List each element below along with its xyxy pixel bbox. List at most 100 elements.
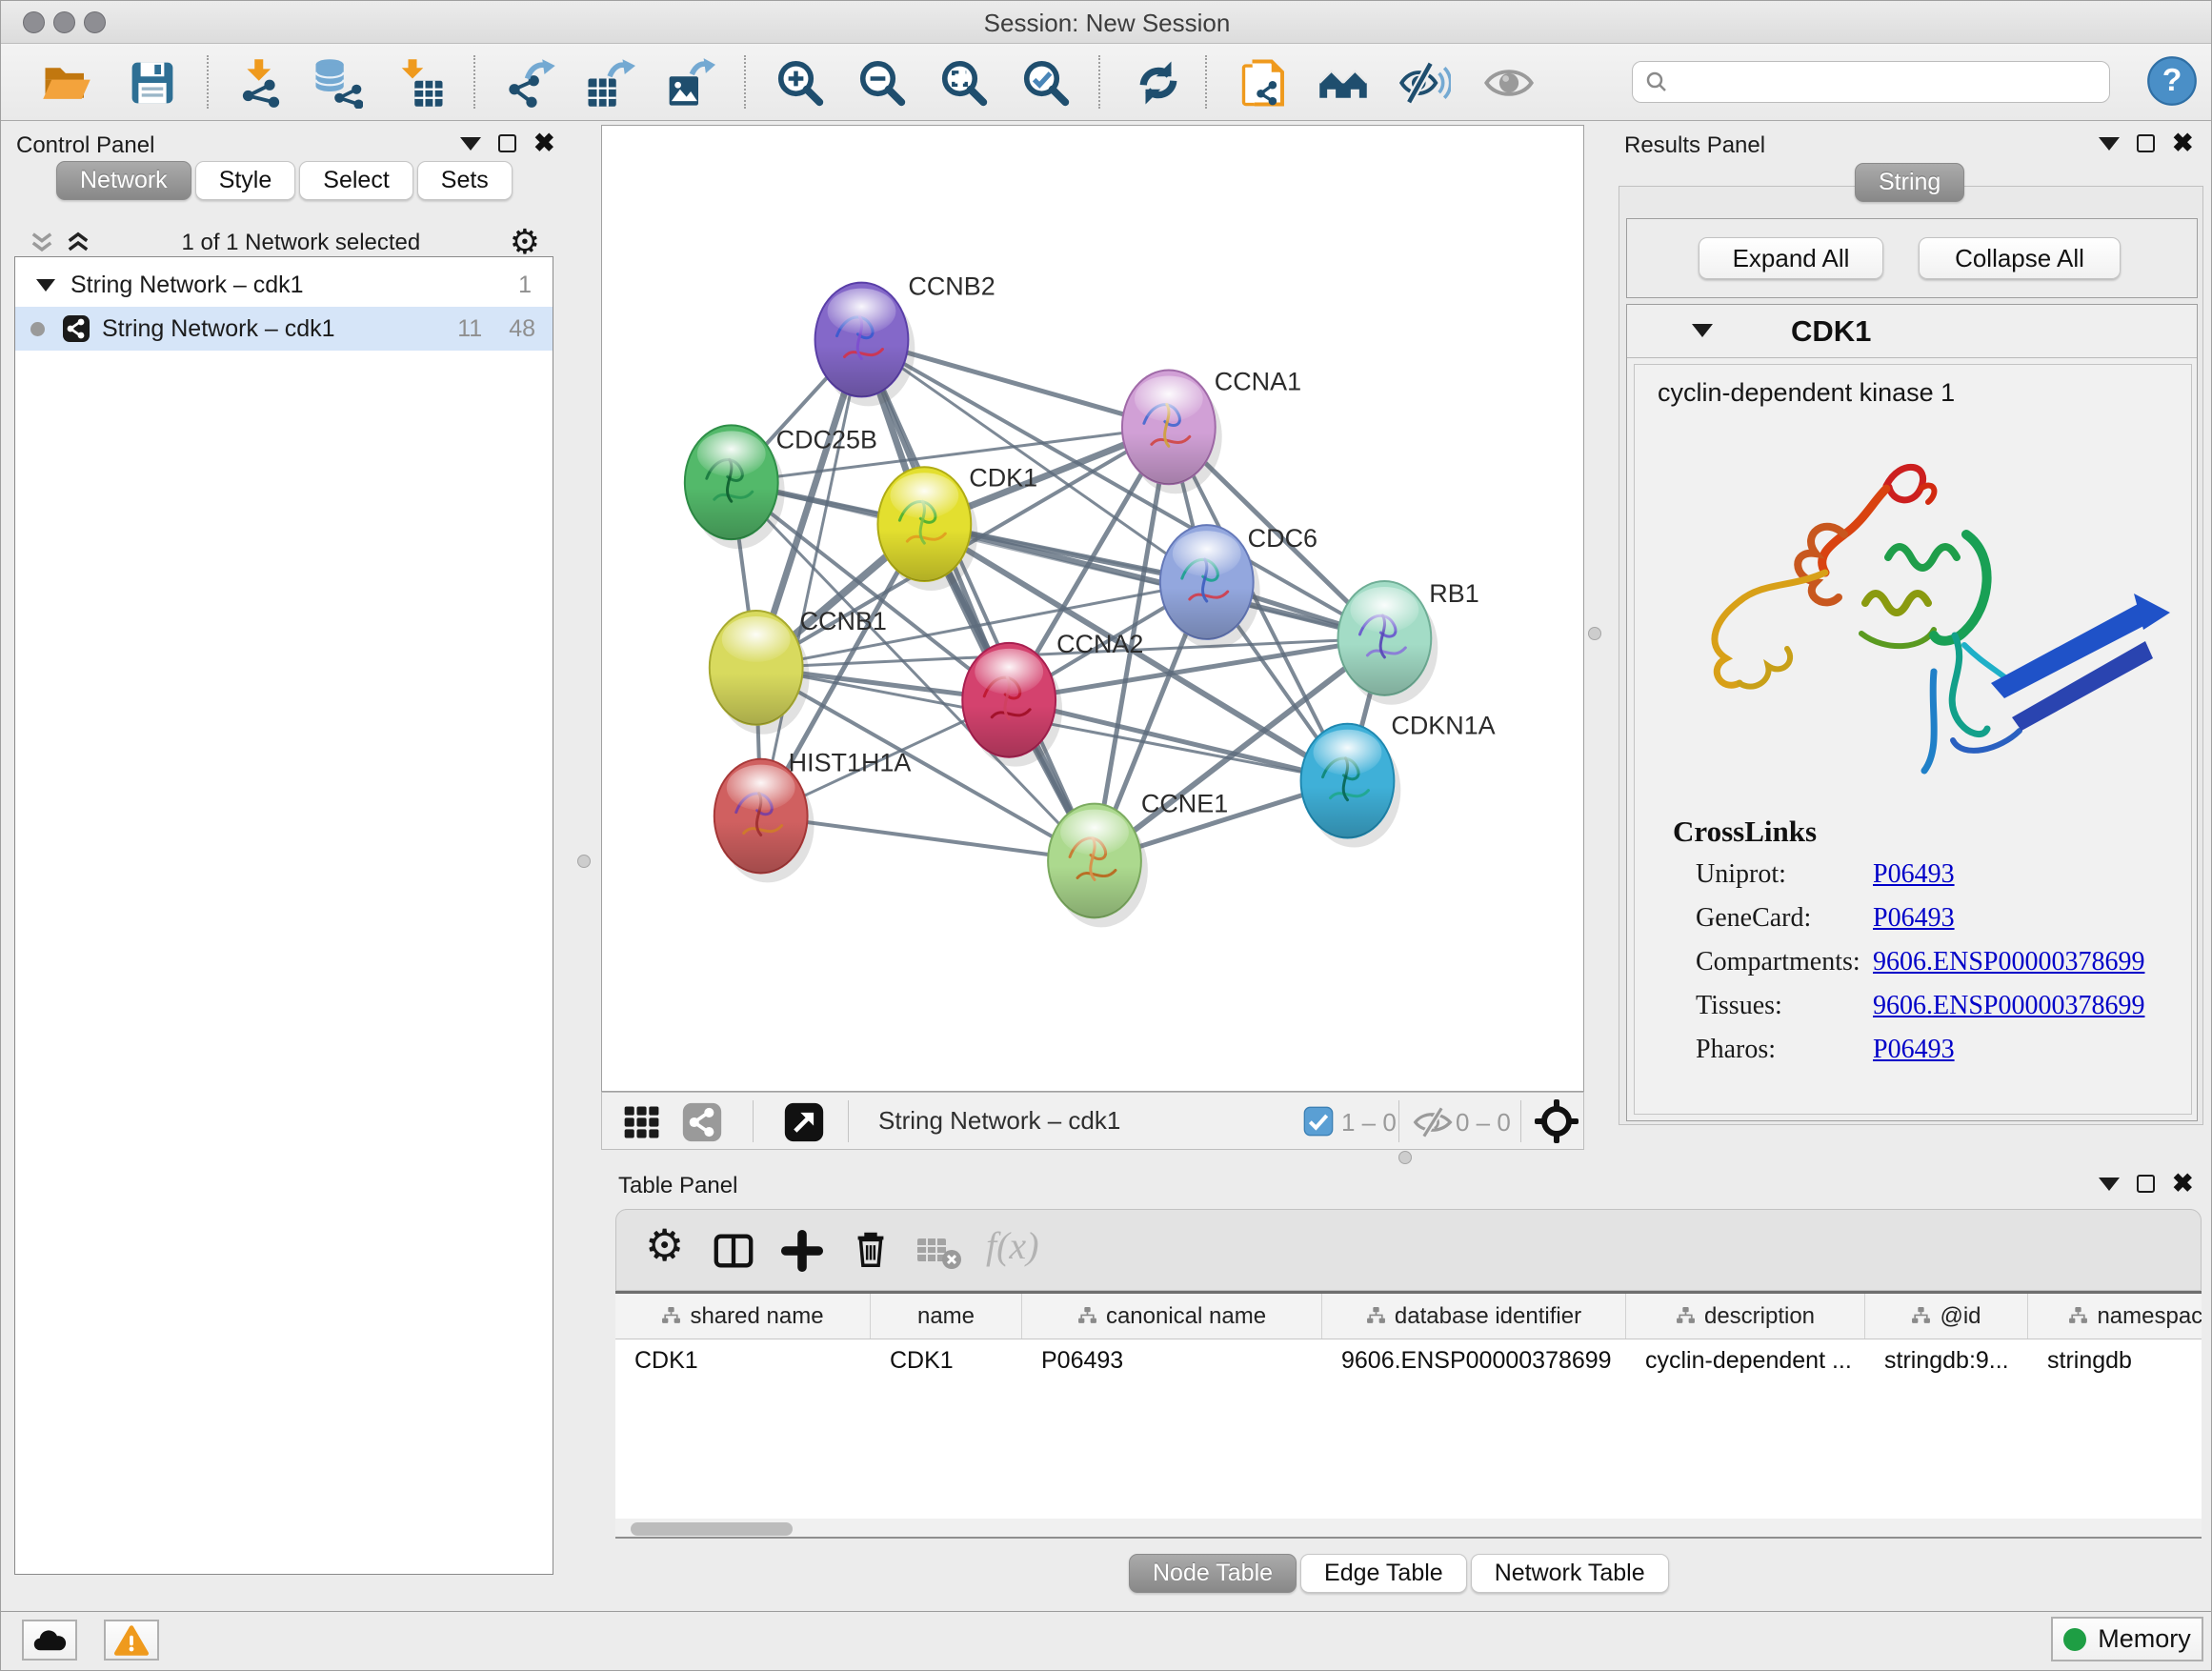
left-splitter-handle[interactable] <box>577 855 591 868</box>
column-header-shared-name[interactable]: shared name <box>615 1294 871 1339</box>
tab-sets[interactable]: Sets <box>417 161 513 200</box>
float-panel-icon[interactable] <box>2137 134 2155 152</box>
tab-select[interactable]: Select <box>299 161 412 200</box>
hide-unhide-button[interactable] <box>1399 57 1451 109</box>
export-table-button[interactable] <box>584 57 635 109</box>
tab-edge-table[interactable]: Edge Table <box>1300 1554 1467 1593</box>
network-tree: String Network – cdk1 1 String Network –… <box>14 256 553 1575</box>
network-edge[interactable] <box>861 340 1095 861</box>
export-image-button[interactable] <box>664 57 715 109</box>
string-view-button[interactable] <box>681 1101 723 1143</box>
collapse-panel-icon[interactable] <box>460 137 481 151</box>
close-panel-icon[interactable]: ✖ <box>2172 1175 2194 1193</box>
zoom-selected-icon <box>1020 57 1072 109</box>
column-header-namespace[interactable]: namespace <box>2028 1294 2202 1339</box>
network-node-CDKN1A[interactable]: CDKN1A <box>1301 712 1496 848</box>
protein-section-header[interactable]: CDK1 <box>1627 305 2197 358</box>
warning-status-button[interactable] <box>104 1620 159 1661</box>
help-button[interactable]: ? <box>2146 55 2198 107</box>
float-panel-icon[interactable] <box>2137 1175 2155 1193</box>
network-node-CCNE1[interactable]: CCNE1 <box>1048 790 1228 928</box>
search-input[interactable] <box>1632 61 2110 103</box>
crosslink-pharos-link[interactable]: P06493 <box>1873 1035 1955 1065</box>
table-options-gear-icon[interactable]: ⚙ <box>645 1223 684 1267</box>
network-node-CDK1[interactable]: CDK1 <box>877 463 1037 591</box>
string-import-button[interactable] <box>1239 57 1291 109</box>
delete-table-icon[interactable] <box>915 1233 963 1271</box>
table-toolbar: ⚙ f(x) <box>615 1209 2202 1291</box>
node-label-RB1: RB1 <box>1429 579 1478 608</box>
save-session-button[interactable] <box>127 57 178 109</box>
collapse-all-button[interactable]: Collapse All <box>1919 237 2121 279</box>
search-field[interactable] <box>1669 68 2098 96</box>
network-node-HIST1H1A[interactable]: HIST1H1A <box>714 749 912 883</box>
import-network-file-button[interactable] <box>235 57 287 109</box>
column-header--id[interactable]: @id <box>1865 1294 2028 1339</box>
collapse-panel-icon[interactable] <box>2099 137 2120 151</box>
bottom-splitter-handle[interactable] <box>1398 1151 1412 1164</box>
zoom-fit-button[interactable] <box>938 57 990 109</box>
tree-expand-icon[interactable] <box>36 279 55 292</box>
network-row-selected[interactable]: String Network – cdk1 11 48 <box>15 307 553 351</box>
selected-checkbox[interactable] <box>1303 1106 1334 1137</box>
collapse-all-icon[interactable] <box>28 229 56 257</box>
open-session-button[interactable] <box>41 57 92 109</box>
network-collection-row[interactable]: String Network – cdk1 1 <box>15 263 553 307</box>
zoom-in-button[interactable] <box>774 57 826 109</box>
home-networks-button[interactable] <box>1317 57 1369 109</box>
network-graph[interactable]: CCNB2CCNA1CDC25BCDK1CDC6RB1CCNB1CCNA2CDK… <box>602 126 1583 1091</box>
delete-column-trash-icon[interactable] <box>849 1227 893 1271</box>
column-header-canonical-name[interactable]: canonical name <box>1022 1294 1322 1339</box>
function-builder-icon[interactable]: f(x) <box>986 1223 1039 1268</box>
memory-status-button[interactable]: Memory <box>2051 1617 2203 1661</box>
column-header-database-identifier[interactable]: database identifier <box>1322 1294 1626 1339</box>
crosslink-uniprot-link[interactable]: P06493 <box>1873 859 1955 890</box>
export-network-button[interactable] <box>506 57 557 109</box>
crosslink-genecard-link[interactable]: P06493 <box>1873 903 1955 934</box>
horizontal-scrollbar-track[interactable] <box>615 1519 2202 1539</box>
network-node-CCNB1[interactable]: CCNB1 <box>710 607 887 735</box>
tab-node-table[interactable]: Node Table <box>1129 1554 1297 1593</box>
float-panel-icon[interactable] <box>498 134 516 152</box>
hidden-items-button[interactable] <box>1412 1101 1454 1143</box>
import-network-database-button[interactable] <box>312 57 363 109</box>
tab-network-table[interactable]: Network Table <box>1471 1554 1669 1593</box>
network-edge[interactable] <box>761 340 862 816</box>
section-collapse-icon[interactable] <box>1692 324 1713 337</box>
right-splitter-handle[interactable] <box>1588 627 1601 640</box>
tab-string[interactable]: String <box>1855 163 1964 202</box>
horizontal-scrollbar-thumb[interactable] <box>631 1522 793 1536</box>
grid-view-button[interactable] <box>621 1101 663 1143</box>
zoom-selected-button[interactable] <box>1020 57 1072 109</box>
expand-all-icon[interactable] <box>64 229 92 257</box>
tab-network[interactable]: Network <box>56 161 191 200</box>
network-node-CCNA1[interactable]: CCNA1 <box>1122 367 1301 493</box>
network-canvas[interactable]: CCNB2CCNA1CDC25BCDK1CDC6RB1CCNB1CCNA2CDK… <box>601 125 1584 1092</box>
column-header-name[interactable]: name <box>871 1294 1022 1339</box>
tab-style[interactable]: Style <box>195 161 296 200</box>
network-node-RB1[interactable]: RB1 <box>1337 579 1478 705</box>
table-row[interactable]: CDK1CDK1P064939606.ENSP00000378699cyclin… <box>615 1339 2202 1381</box>
import-table-file-button[interactable] <box>395 57 447 109</box>
zoom-out-button[interactable] <box>856 57 908 109</box>
node-table[interactable]: shared namenamecanonical namedatabase id… <box>615 1291 2202 1539</box>
close-panel-icon[interactable]: ✖ <box>2172 134 2194 152</box>
network-node-CDC25B[interactable]: CDC25B <box>685 425 877 549</box>
network-node-CCNB2[interactable]: CCNB2 <box>815 272 995 407</box>
close-panel-icon[interactable]: ✖ <box>533 134 555 152</box>
column-header-description[interactable]: description <box>1626 1294 1865 1339</box>
cloud-status-button[interactable] <box>22 1620 77 1661</box>
crosslink-compartments-link[interactable]: 9606.ENSP00000378699 <box>1873 947 2144 977</box>
crosslink-tissues-link[interactable]: 9606.ENSP00000378699 <box>1873 991 2144 1021</box>
show-columns-icon[interactable] <box>712 1229 755 1273</box>
expand-all-button[interactable]: Expand All <box>1699 237 1883 279</box>
network-options-gear-icon[interactable]: ⚙ <box>510 226 540 260</box>
collapse-panel-icon[interactable] <box>2099 1178 2120 1191</box>
create-column-icon[interactable] <box>780 1229 824 1273</box>
show-graphics-button[interactable] <box>1483 57 1535 109</box>
detach-view-button[interactable] <box>783 1101 825 1143</box>
table-cell: P06493 <box>1022 1339 1322 1381</box>
apply-layout-button[interactable] <box>1133 57 1184 109</box>
results-panel-title: Results Panel <box>1624 132 1765 159</box>
birdseye-toggle-button[interactable] <box>1534 1098 1579 1144</box>
